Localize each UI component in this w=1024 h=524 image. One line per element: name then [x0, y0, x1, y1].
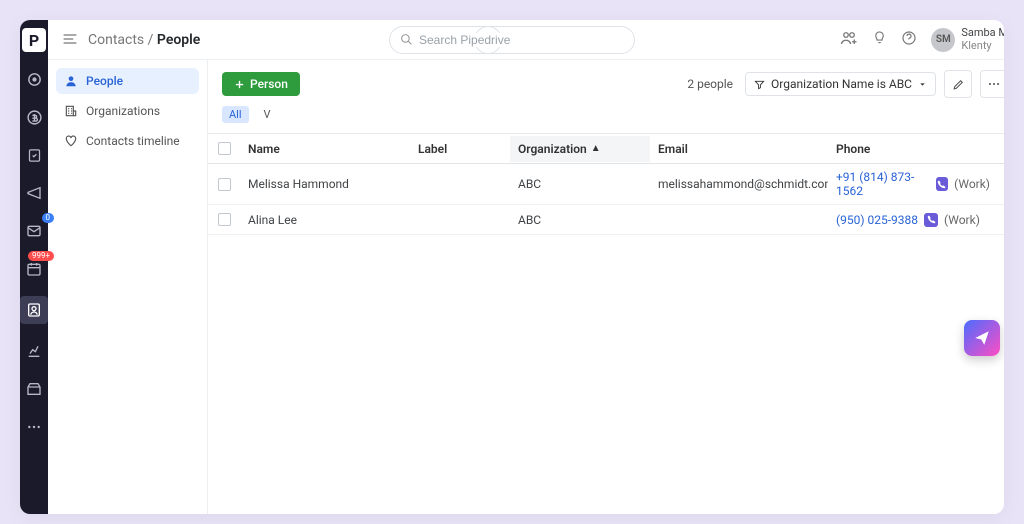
cell-phone: (950) 025-9388 (Work)	[828, 207, 998, 233]
user-org: Klenty	[961, 40, 1004, 52]
breadcrumb: Contacts / People	[88, 32, 200, 48]
filter-chips: All V	[208, 98, 1004, 133]
assist-fab[interactable]	[964, 320, 1000, 356]
people-table: Name Label Organization ▲ Email Phone	[208, 133, 1004, 235]
col-email[interactable]: Email	[650, 136, 828, 162]
rail-more-icon[interactable]	[23, 416, 45, 438]
rail-deals-icon[interactable]	[23, 106, 45, 128]
invite-icon[interactable]	[840, 29, 858, 51]
plus-icon	[234, 79, 245, 90]
rail-campaigns-icon[interactable]	[23, 182, 45, 204]
phone-call-icon[interactable]	[936, 177, 948, 191]
left-rail: P 0 999+	[20, 20, 48, 514]
global-search[interactable]	[389, 26, 635, 54]
cell-email[interactable]	[650, 214, 828, 226]
sales-assistant-icon[interactable]	[872, 30, 887, 49]
subnav-people[interactable]: People	[56, 68, 199, 94]
topbar: Contacts / People	[48, 20, 1004, 60]
select-all-checkbox[interactable]	[218, 142, 231, 155]
cell-label	[410, 214, 510, 226]
cell-label	[410, 178, 510, 190]
phone-link[interactable]: +91 (814) 873-1562	[836, 170, 930, 198]
phone-type: (Work)	[944, 213, 980, 227]
more-options-button[interactable]	[980, 70, 1004, 98]
cell-org[interactable]: ABC	[510, 171, 650, 197]
row-checkbox[interactable]	[218, 178, 231, 191]
building-icon	[64, 104, 78, 118]
filter-chip[interactable]: Organization Name is ABC	[745, 72, 936, 96]
menu-toggle-icon[interactable]	[62, 30, 78, 49]
edit-columns-button[interactable]	[944, 70, 972, 98]
subnav-timeline[interactable]: Contacts timeline	[56, 128, 199, 154]
people-panel: Person 2 people Organization Name is ABC	[208, 60, 1004, 514]
gear-icon	[1004, 142, 1005, 155]
result-count: 2 people	[687, 77, 733, 91]
rail-mail-icon[interactable]: 0	[23, 220, 45, 242]
phone-type: (Work)	[954, 177, 990, 191]
cell-phone: +91 (814) 873-1562 (Work)	[828, 164, 998, 204]
sort-asc-icon: ▲	[591, 143, 601, 154]
col-phone[interactable]: Phone	[828, 136, 998, 162]
col-org[interactable]: Organization ▲	[510, 136, 650, 162]
table-row[interactable]: Melissa Hammond ABC melissahammond@schmi…	[208, 164, 1004, 205]
rail-projects-icon[interactable]	[23, 144, 45, 166]
search-icon	[400, 33, 413, 46]
row-checkbox[interactable]	[218, 213, 231, 226]
cell-name[interactable]: Melissa Hammond	[240, 171, 410, 197]
avatar: SM	[931, 28, 955, 52]
add-person-button[interactable]: Person	[222, 72, 300, 96]
contacts-subnav: People Organizations Contacts timeline	[48, 60, 208, 514]
col-name[interactable]: Name	[240, 136, 410, 162]
main-area: Contacts / People	[48, 20, 1004, 514]
subnav-organizations[interactable]: Organizations	[56, 98, 199, 124]
breadcrumb-root[interactable]: Contacts	[88, 32, 144, 48]
global-search-input[interactable]	[419, 33, 624, 47]
breadcrumb-leaf: People	[157, 32, 200, 48]
phone-call-icon[interactable]	[924, 213, 938, 227]
help-icon[interactable]	[901, 30, 917, 50]
cell-email[interactable]: melissahammond@schmidt.com	[650, 171, 828, 197]
heart-pulse-icon	[64, 134, 78, 148]
pencil-icon	[952, 78, 965, 91]
funnel-icon	[754, 79, 765, 90]
rail-leads-icon[interactable]	[23, 68, 45, 90]
table-row[interactable]: Alina Lee ABC (950) 025-9388 (Work)	[208, 205, 1004, 235]
user-menu[interactable]: SM Samba M Klenty	[931, 27, 1004, 51]
rail-products-icon[interactable]	[23, 378, 45, 400]
chip-v[interactable]: V	[257, 106, 278, 123]
toolbar: Person 2 people Organization Name is ABC	[208, 60, 1004, 98]
table-settings-button[interactable]	[998, 142, 1004, 155]
cell-name[interactable]: Alina Lee	[240, 207, 410, 233]
user-name: Samba M	[961, 27, 1004, 39]
logo[interactable]: P	[22, 28, 46, 52]
col-label[interactable]: Label	[410, 136, 510, 162]
chip-all[interactable]: All	[222, 106, 249, 123]
dots-icon	[987, 77, 1001, 91]
rail-mail-badge: 0	[42, 213, 55, 223]
paper-plane-icon	[973, 329, 991, 347]
rail-insights-icon[interactable]	[23, 340, 45, 362]
phone-link[interactable]: (950) 025-9388	[836, 213, 918, 227]
cell-org[interactable]: ABC	[510, 207, 650, 233]
person-icon	[64, 74, 78, 88]
table-header: Name Label Organization ▲ Email Phone	[208, 134, 1004, 164]
rail-contacts-icon[interactable]	[20, 296, 48, 324]
chevron-down-icon	[918, 80, 927, 89]
rail-calendar-icon[interactable]: 999+	[23, 258, 45, 280]
rail-calendar-badge: 999+	[28, 251, 54, 261]
